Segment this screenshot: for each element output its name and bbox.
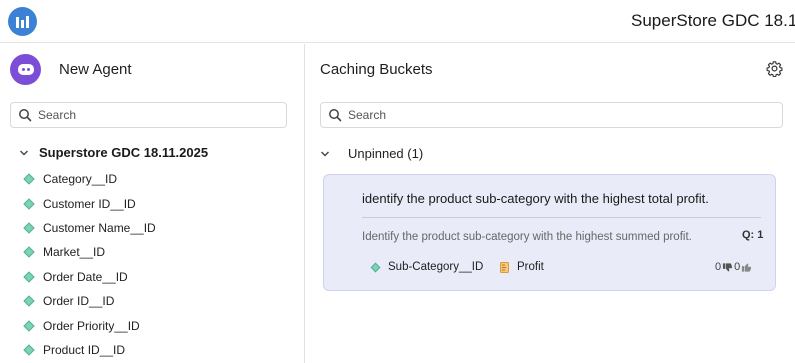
field-label: Order Date__ID [43, 269, 128, 284]
field-item[interactable]: Order ID__ID [23, 289, 156, 313]
upvote-count: 0 [734, 261, 741, 273]
diamond-icon [23, 295, 35, 307]
field-item[interactable]: Order Date__ID [23, 265, 156, 289]
bucket-search-input[interactable] [348, 108, 568, 122]
field-item[interactable]: Customer ID__ID [23, 191, 156, 215]
bucket-question: identify the product sub-category with t… [362, 191, 709, 206]
dimension-label: Sub-Category__ID [388, 261, 484, 273]
downvote-count: 0 [715, 261, 722, 273]
field-label: Market__ID [43, 245, 106, 260]
field-label: Customer ID__ID [43, 196, 136, 211]
diamond-icon [23, 319, 35, 332]
gear-icon[interactable] [766, 60, 783, 77]
diamond-icon [23, 246, 35, 259]
thumbs-up-icon[interactable] [741, 262, 752, 273]
tree-root[interactable]: Superstore GDC 18.11.2025 [19, 145, 208, 160]
diamond-icon [23, 222, 35, 234]
bucket-query-count: Q: 1 [742, 229, 764, 241]
measure-label: Profit [517, 261, 544, 273]
field-label: Order ID__ID [43, 294, 115, 309]
bar-chart-icon[interactable] [8, 7, 37, 36]
chevron-down-icon[interactable] [320, 149, 330, 159]
ruler-icon [500, 261, 509, 273]
left-search-box [10, 102, 287, 128]
top-bar: SuperStore GDC 18.11.25 [0, 0, 795, 43]
search-icon [19, 109, 32, 122]
measure-chip: Profit [500, 261, 544, 273]
diamond-icon [370, 262, 381, 272]
field-label: Category__ID [43, 172, 118, 187]
group-label: Unpinned (1) [348, 146, 424, 161]
thumbs-down-icon[interactable] [722, 262, 733, 273]
robot-icon[interactable] [10, 54, 41, 85]
agent-name[interactable]: New Agent [59, 61, 132, 78]
field-label: Customer Name__ID [43, 220, 156, 235]
field-item[interactable]: Market__ID [23, 240, 156, 264]
diamond-icon [23, 197, 35, 210]
search-icon [329, 109, 342, 122]
workspace-title: SuperStore GDC 18.11.25 [631, 11, 795, 30]
bucket-card[interactable]: identify the product sub-category with t… [323, 174, 776, 291]
right-panel: Caching Buckets Unpinned (1) identify th… [306, 44, 795, 363]
dimension-chip: Sub-Category__ID [370, 261, 484, 273]
diamond-icon [23, 344, 35, 356]
field-item[interactable]: Category__ID [23, 167, 156, 191]
field-list: Category__ID Customer ID__ID Customer Na… [23, 167, 156, 362]
field-label: Product ID__ID [43, 342, 126, 357]
panel-title: Caching Buckets [320, 61, 433, 78]
left-panel: New Agent Superstore GDC 18.11.2025 Cate… [0, 44, 305, 363]
unpinned-group-header[interactable]: Unpinned (1) [320, 146, 423, 161]
field-item[interactable]: Customer Name__ID [23, 216, 156, 240]
left-search-input[interactable] [38, 108, 258, 122]
diamond-icon [23, 271, 35, 283]
bucket-search-box [320, 102, 783, 128]
bucket-description: Identify the product sub-category with t… [362, 231, 692, 243]
tree-root-label: Superstore GDC 18.11.2025 [39, 145, 209, 160]
vote-controls: 0 0 [715, 261, 753, 273]
chevron-down-icon[interactable] [19, 148, 29, 158]
field-item[interactable]: Product ID__ID [23, 338, 156, 362]
field-item[interactable]: Order Priority__ID [23, 313, 156, 337]
bucket-divider [362, 217, 761, 218]
field-label: Order Priority__ID [43, 318, 140, 333]
diamond-icon [23, 173, 35, 185]
